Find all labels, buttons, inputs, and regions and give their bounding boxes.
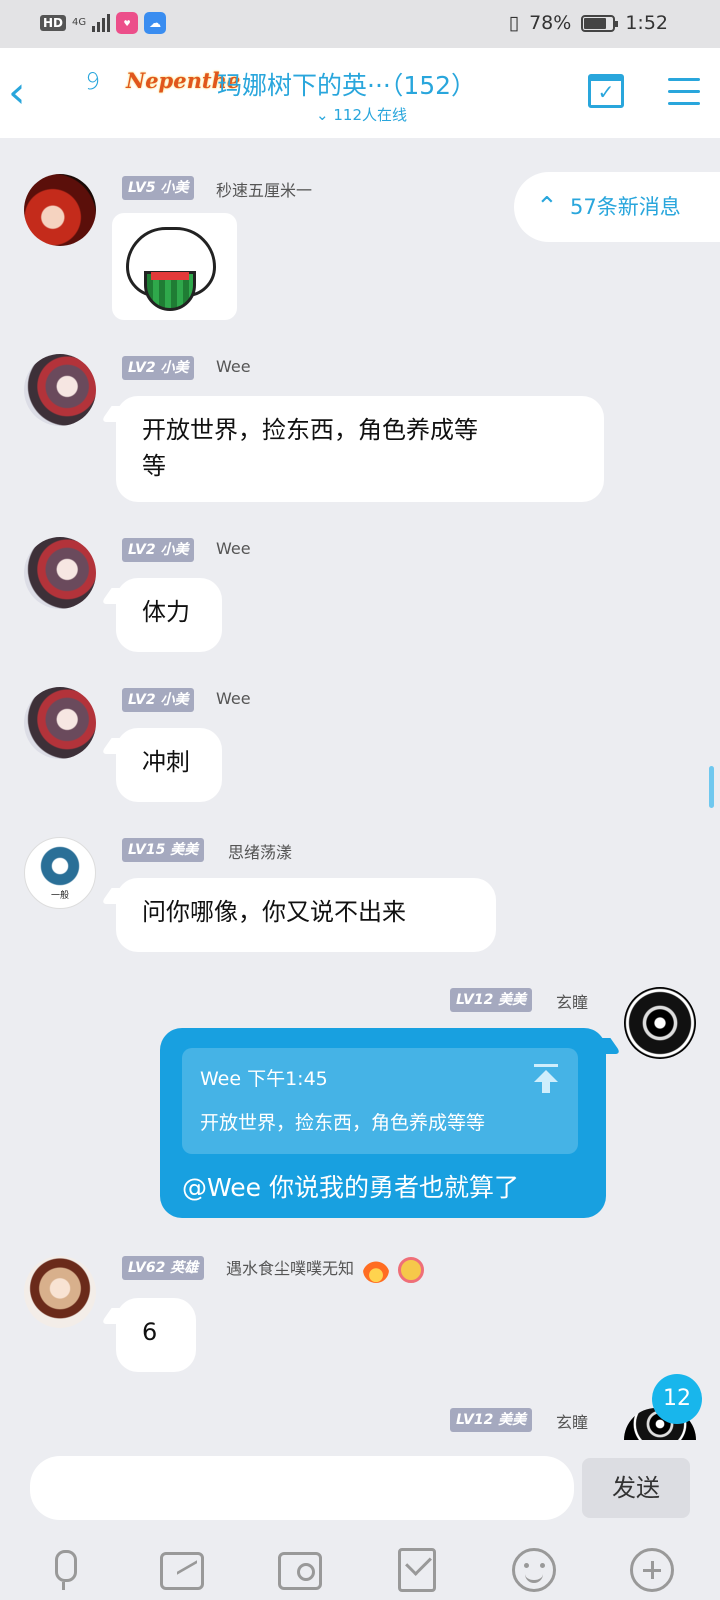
input-toolbar — [0, 1540, 720, 1600]
sender-name-row: 遇水食尘噗噗无知 — [226, 1255, 425, 1283]
message-bubble[interactable]: 冲刺 — [116, 728, 222, 802]
menu-icon[interactable] — [668, 78, 700, 106]
level-badge: LV2 小美 — [122, 356, 195, 380]
message-bubble[interactable]: 开放世界，捡东西，角色养成等 等 — [116, 396, 604, 502]
cloud-notification-icon: ☁ — [144, 12, 167, 34]
message-text: 冲刺 — [142, 748, 190, 776]
message-text: 等 — [142, 452, 166, 480]
network-type: 4G — [72, 17, 87, 28]
scroll-to-top-icon[interactable] — [534, 1064, 558, 1094]
message-text: @Wee 你说我的勇者也就算了 — [182, 1173, 519, 1202]
watermelon-illustration — [144, 271, 196, 311]
new-messages-button[interactable]: ⌃ 57条新消息 — [514, 172, 720, 242]
sender-name: 玄瞳 — [556, 1413, 589, 1432]
ear-icon[interactable]: 𝟿 — [84, 66, 101, 97]
chevron-down-circle-icon: ⌄ — [316, 106, 329, 124]
fire-icon — [363, 1256, 390, 1283]
level-badge: LV62 英雄 — [122, 1256, 205, 1280]
send-button[interactable]: 发送 — [582, 1458, 690, 1518]
quoted-message[interactable]: Wee 下午1:45 开放世界，捡东西，角色养成等等 — [182, 1048, 578, 1154]
image-icon[interactable] — [160, 1552, 204, 1590]
avatar[interactable] — [24, 354, 96, 426]
avatar[interactable] — [24, 537, 96, 609]
sender-name: 遇水食尘噗噗无知 — [226, 1259, 355, 1278]
message-text: 6 — [142, 1318, 158, 1346]
unread-count-badge[interactable]: 12 — [652, 1374, 702, 1424]
message-text: 体力 — [142, 598, 190, 626]
message-bubble[interactable]: 体力 — [116, 578, 222, 652]
quote-text: 开放世界，捡东西，角色养成等等 — [200, 1112, 486, 1134]
sender-name: Wee — [216, 357, 251, 376]
sender-name: 玄瞳 — [556, 993, 589, 1012]
sender-name: Wee — [216, 539, 251, 558]
scrollbar[interactable] — [709, 766, 714, 808]
sender-name: Wee — [216, 689, 251, 708]
sticker-image[interactable] — [112, 213, 237, 320]
chevron-left-icon: ‹ — [8, 67, 26, 118]
level-badge: LV12 美美 — [450, 988, 533, 1012]
avatar[interactable]: 一般 — [24, 837, 96, 909]
status-bar: HD 4G ♥ ☁ ▯ 78% 1:52 — [0, 0, 720, 48]
input-area: 发送 — [0, 1440, 720, 1600]
avatar[interactable] — [24, 174, 96, 246]
status-right: ▯ 78% 1:52 — [509, 12, 668, 34]
level-badge: LV2 小美 — [122, 688, 195, 712]
emoji-icon[interactable] — [512, 1548, 556, 1592]
avatar[interactable] — [24, 1256, 96, 1328]
new-messages-label: 57条新消息 — [570, 195, 681, 219]
vibrate-icon: ▯ — [508, 12, 520, 34]
message-bubble[interactable]: 6 — [116, 1298, 196, 1372]
app-notification-icon: ♥ — [116, 12, 139, 34]
avatar-caption: 一般 — [51, 891, 70, 901]
group-title[interactable]: 玛娜树下的英···（152） — [217, 66, 476, 102]
battery-percent: 78% — [529, 12, 572, 34]
signal-icon — [92, 14, 111, 32]
status-left: HD 4G ♥ ☁ — [40, 12, 167, 34]
red-packet-icon[interactable] — [398, 1548, 436, 1592]
avatar[interactable] — [24, 687, 96, 759]
clock: 1:52 — [625, 12, 668, 34]
chat-header: ‹ 𝟿 Nepenthe 玛娜树下的英···（152） ⌄ 112人在线 ✓ — [0, 48, 720, 138]
online-count[interactable]: ⌄ 112人在线 — [316, 104, 407, 125]
message-text: 开放世界，捡东西，角色养成等 — [142, 416, 478, 444]
plus-icon[interactable] — [630, 1548, 674, 1592]
quote-header: Wee 下午1:45 — [200, 1068, 328, 1090]
message-text: 问你哪像，你又说不出来 — [142, 898, 406, 926]
message-input[interactable] — [30, 1456, 574, 1520]
sender-name: 思绪荡漾 — [228, 843, 293, 862]
avatar[interactable] — [624, 987, 696, 1059]
message-bubble[interactable]: 问你哪像，你又说不出来 — [116, 878, 496, 952]
calendar-check-icon[interactable]: ✓ — [588, 74, 624, 108]
level-badge: LV5 小美 — [122, 176, 195, 200]
battery-icon — [581, 14, 619, 32]
camera-icon[interactable] — [278, 1552, 322, 1590]
level-badge: LV15 美美 — [122, 838, 205, 862]
microphone-icon[interactable] — [42, 1548, 86, 1592]
back-button[interactable]: ‹ — [8, 68, 52, 118]
level-badge: LV12 美美 — [450, 1408, 533, 1432]
smile-badge-icon — [398, 1256, 425, 1283]
sender-name: 秒速五厘米一 — [216, 181, 313, 200]
hd-indicator: HD — [40, 15, 67, 31]
sent-message-bubble[interactable]: Wee 下午1:45 开放世界，捡东西，角色养成等等 @Wee 你说我的勇者也就… — [160, 1028, 606, 1218]
double-chevron-up-icon: ⌃ — [536, 192, 558, 222]
level-badge: LV2 小美 — [122, 538, 195, 562]
